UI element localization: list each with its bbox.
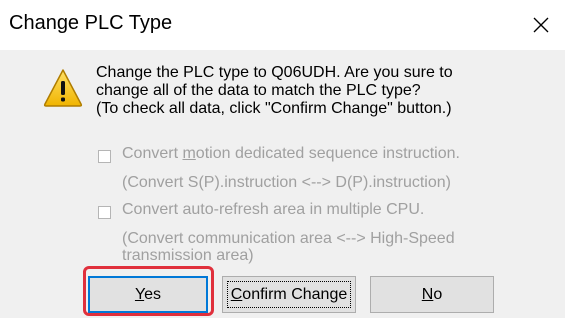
- change-plc-type-dialog: Change PLC Type Change the PLC type to Q…: [0, 0, 565, 318]
- confirm-change-button[interactable]: Confirm Change: [222, 276, 356, 313]
- confirm-change-button-label: Confirm Change: [230, 285, 348, 303]
- message-line-2: change all of the data to match the PLC …: [96, 82, 421, 99]
- close-icon: [533, 17, 549, 33]
- yes-button[interactable]: Yes: [88, 276, 208, 313]
- motion-instruction-note: (Convert S(P).instruction <--> D(P).inst…: [122, 174, 451, 191]
- warning-icon: [43, 69, 83, 107]
- auto-refresh-note-line-2: transmission area): [122, 247, 254, 264]
- title-bar: Change PLC Type: [0, 0, 565, 50]
- message-line-1: Change the PLC type to Q06UDH. Are you s…: [96, 64, 453, 81]
- no-button[interactable]: No: [370, 276, 494, 313]
- motion-instruction-checkbox[interactable]: [98, 150, 111, 163]
- confirmation-message: Change the PLC type to Q06UDH. Are you s…: [96, 64, 453, 118]
- motion-instruction-label: Convert motion dedicated sequence instru…: [122, 145, 460, 162]
- auto-refresh-label: Convert auto-refresh area in multiple CP…: [122, 201, 425, 218]
- close-button[interactable]: [520, 4, 562, 46]
- no-button-label: No: [421, 285, 443, 303]
- auto-refresh-checkbox[interactable]: [98, 206, 111, 219]
- dialog-title: Change PLC Type: [9, 12, 173, 34]
- yes-button-label: Yes: [134, 285, 162, 303]
- message-line-3: (To check all data, click "Confirm Chang…: [96, 100, 452, 117]
